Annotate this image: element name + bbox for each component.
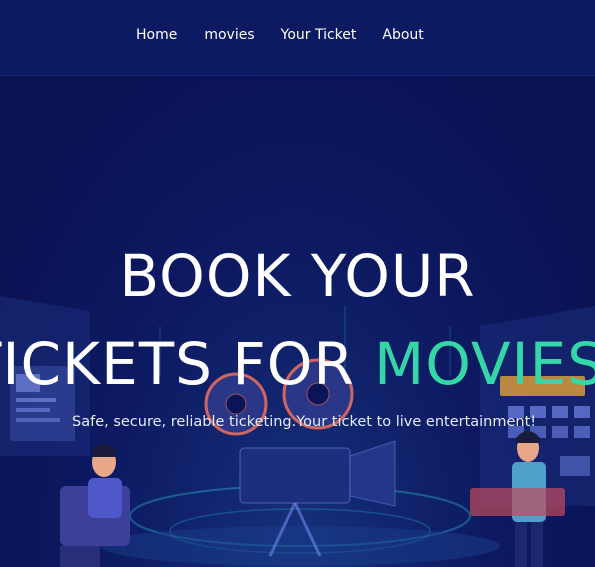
- nav-your-ticket-link[interactable]: Your Ticket: [281, 27, 357, 43]
- hero-headline-prefix: TICKETS FOR: [0, 330, 375, 398]
- top-navbar: Home movies Your Ticket About: [0, 0, 595, 76]
- hero-section: BOOK YOUR TICKETS FOR MOVIES Safe, secur…: [0, 76, 595, 567]
- nav-movies-link[interactable]: movies: [204, 27, 254, 43]
- nav-home-link[interactable]: Home: [136, 27, 177, 43]
- nav-about-link[interactable]: About: [382, 27, 423, 43]
- hero-headline-accent: MOVIES: [374, 330, 595, 398]
- cinema-illustration: [0, 296, 595, 567]
- hero-headline-line2: TICKETS FOR MOVIES: [0, 330, 595, 398]
- nav-links: Home movies Your Ticket About: [136, 27, 424, 43]
- hero-tagline: Safe, secure, reliable ticketing.Your ti…: [72, 414, 537, 430]
- hero-headline-line1: BOOK YOUR: [119, 242, 476, 310]
